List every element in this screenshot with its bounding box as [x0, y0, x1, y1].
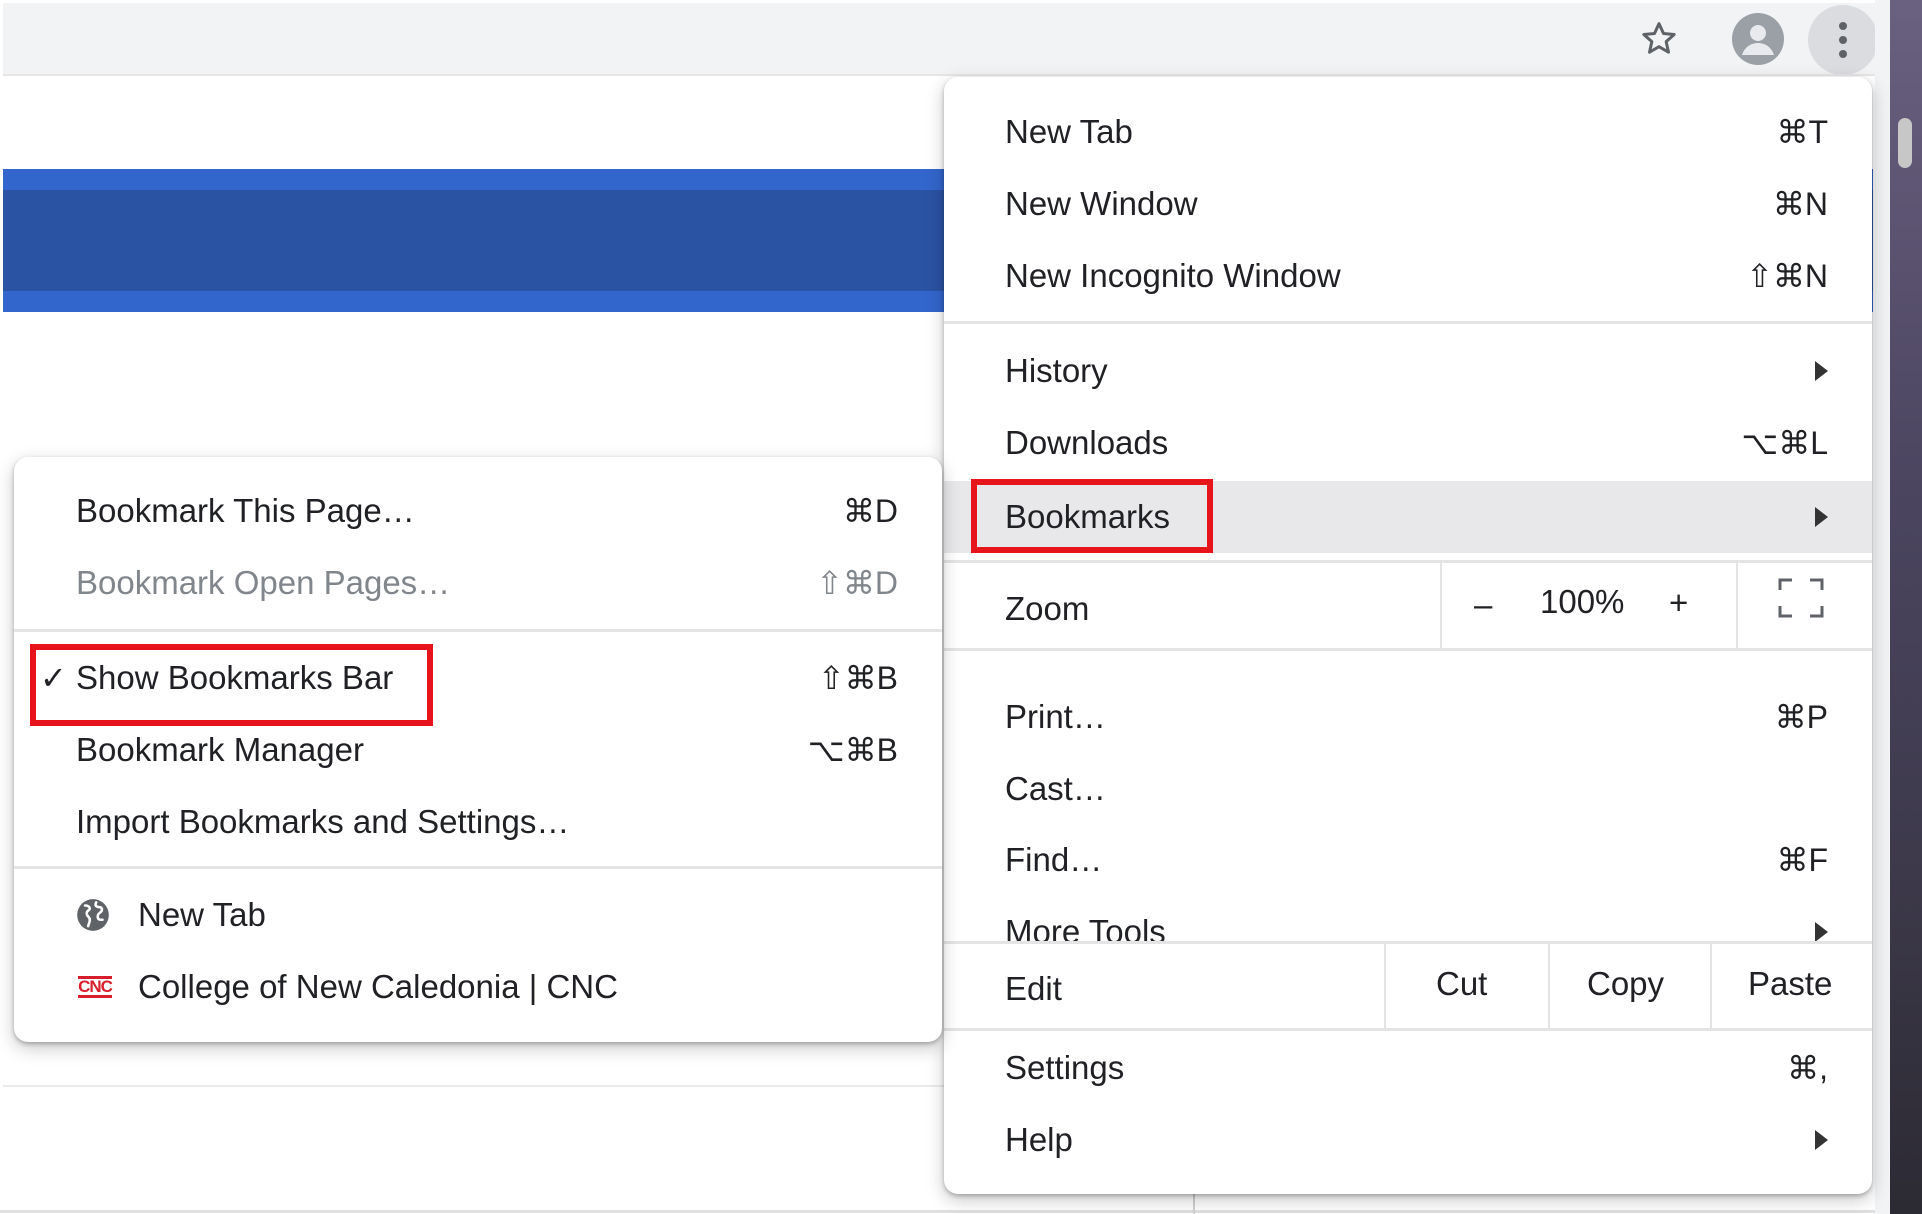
- profile-icon: [1732, 13, 1784, 65]
- menu-item-print[interactable]: Print… ⌘P: [944, 683, 1872, 751]
- menu-item-shortcut: ⇧⌘B: [817, 660, 898, 696]
- page-bottom-divider: [0, 1210, 1922, 1213]
- zoom-in-button[interactable]: +: [1669, 584, 1688, 622]
- menu-item-label: Settings: [1005, 1049, 1125, 1086]
- star-icon: [1642, 22, 1676, 54]
- menu-item-shortcut: ⌘N: [1772, 186, 1828, 222]
- menu-item-shortcut: ⌥⌘L: [1741, 425, 1828, 461]
- scrollbar-track: [1875, 0, 1890, 1214]
- menu-item-label: Bookmark This Page…: [76, 492, 415, 529]
- menu-item-label: New Window: [1005, 185, 1198, 222]
- bookmarks-submenu: Bookmark This Page… ⌘D Bookmark Open Pag…: [14, 457, 942, 1042]
- menu-item-shortcut: ⇧⌘N: [1746, 258, 1828, 294]
- cell-divider: [1384, 943, 1386, 1028]
- menu-item-new-window[interactable]: New Window ⌘N: [944, 170, 1872, 238]
- menu-item-settings[interactable]: Settings ⌘,: [944, 1034, 1872, 1102]
- paste-button[interactable]: Paste: [1748, 965, 1832, 1003]
- menu-item-new-tab[interactable]: New Tab ⌘T: [944, 98, 1872, 166]
- browser-menu-button[interactable]: [1808, 5, 1878, 75]
- menu-item-label: History: [1005, 352, 1108, 389]
- menu-row-edit: Edit: [944, 951, 1872, 1027]
- cut-button[interactable]: Cut: [1436, 965, 1487, 1003]
- cnc-favicon: CNC: [74, 975, 116, 999]
- cell-divider: [1736, 563, 1738, 648]
- scrollbar-thumb[interactable]: [1898, 118, 1912, 168]
- bookmark-item-cnc[interactable]: CNC College of New Caledonia | CNC: [14, 953, 942, 1021]
- submenu-arrow-icon: [1815, 1130, 1828, 1150]
- cell-divider: [1440, 563, 1442, 648]
- cell-divider: [1710, 943, 1712, 1028]
- menu-item-label: Downloads: [1005, 424, 1169, 461]
- menu-item-shortcut: ⌘D: [842, 493, 898, 529]
- menu-separator: [944, 941, 1872, 944]
- menu-item-label: Help: [1005, 1121, 1073, 1158]
- menu-item-find[interactable]: Find… ⌘F: [944, 826, 1872, 894]
- menu-item-shortcut: ⌥⌘B: [807, 732, 898, 768]
- browser-main-menu: New Tab ⌘T New Window ⌘N New Incognito W…: [944, 77, 1872, 1194]
- profile-button[interactable]: [1730, 11, 1786, 67]
- menu-separator: [944, 1028, 1872, 1031]
- desktop-background: [1890, 0, 1922, 1214]
- copy-button[interactable]: Copy: [1587, 965, 1664, 1003]
- menu-item-label: Find…: [1005, 841, 1103, 878]
- zoom-out-button[interactable]: –: [1474, 586, 1492, 624]
- bookmark-star-button[interactable]: [1631, 11, 1687, 67]
- menu-separator: [944, 321, 1872, 324]
- menu-item-bookmark-manager[interactable]: Bookmark Manager ⌥⌘B: [14, 716, 942, 784]
- menu-item-shortcut: ⌘T: [1776, 114, 1828, 150]
- menu-item-shortcut: ⇧⌘D: [816, 565, 898, 601]
- submenu-arrow-icon: [1815, 361, 1828, 381]
- menu-item-history[interactable]: History: [944, 337, 1872, 405]
- toolbar-divider: [3, 74, 1906, 76]
- zoom-level: 100%: [1540, 583, 1625, 620]
- bookmark-label: College of New Caledonia | CNC: [138, 968, 618, 1005]
- menu-separator: [944, 560, 1872, 563]
- menu-item-cast[interactable]: Cast…: [944, 755, 1872, 823]
- menu-separator: [944, 648, 1872, 651]
- globe-icon: [77, 899, 109, 931]
- menu-row-zoom: Zoom: [944, 571, 1872, 647]
- menu-item-label: More Tools: [1005, 913, 1166, 950]
- browser-toolbar: [3, 3, 1906, 75]
- menu-item-bookmark-open-pages[interactable]: Bookmark Open Pages… ⇧⌘D: [14, 549, 942, 617]
- cnc-favicon-text: CNC: [78, 976, 113, 998]
- menu-item-shortcut: ⌘P: [1774, 699, 1828, 735]
- bookmarks-highlight-box: [971, 479, 1213, 553]
- zoom-label: Zoom: [1005, 590, 1090, 627]
- cell-divider: [1548, 943, 1550, 1028]
- bookmark-label: New Tab: [138, 896, 266, 933]
- edit-label: Edit: [1005, 970, 1062, 1007]
- menu-item-label: Cast…: [1005, 770, 1106, 807]
- menu-separator: [14, 629, 942, 632]
- fullscreen-icon[interactable]: [1778, 578, 1824, 618]
- menu-item-bookmark-this-page[interactable]: Bookmark This Page… ⌘D: [14, 477, 942, 545]
- bookmark-item-new-tab[interactable]: New Tab: [14, 881, 942, 949]
- menu-item-label: Bookmark Manager: [76, 731, 364, 768]
- menu-item-help[interactable]: Help: [944, 1106, 1872, 1174]
- menu-item-import-bookmarks[interactable]: Import Bookmarks and Settings…: [14, 788, 942, 856]
- menu-item-label: Import Bookmarks and Settings…: [76, 803, 570, 840]
- menu-item-shortcut: ⌘,: [1787, 1050, 1828, 1086]
- menu-item-label: Bookmark Open Pages…: [76, 564, 451, 601]
- menu-item-label: Print…: [1005, 698, 1106, 735]
- menu-item-downloads[interactable]: Downloads ⌥⌘L: [944, 409, 1872, 477]
- menu-item-label: New Incognito Window: [1005, 257, 1341, 294]
- menu-item-new-incognito-window[interactable]: New Incognito Window ⇧⌘N: [944, 242, 1872, 310]
- menu-item-label: New Tab: [1005, 113, 1133, 150]
- submenu-arrow-icon: [1815, 922, 1828, 942]
- show-bookmarks-bar-highlight-box: [30, 644, 433, 726]
- submenu-arrow-icon: [1815, 507, 1828, 527]
- menu-separator: [14, 866, 942, 869]
- menu-item-shortcut: ⌘F: [1776, 842, 1828, 878]
- more-vert-icon: [1839, 22, 1847, 58]
